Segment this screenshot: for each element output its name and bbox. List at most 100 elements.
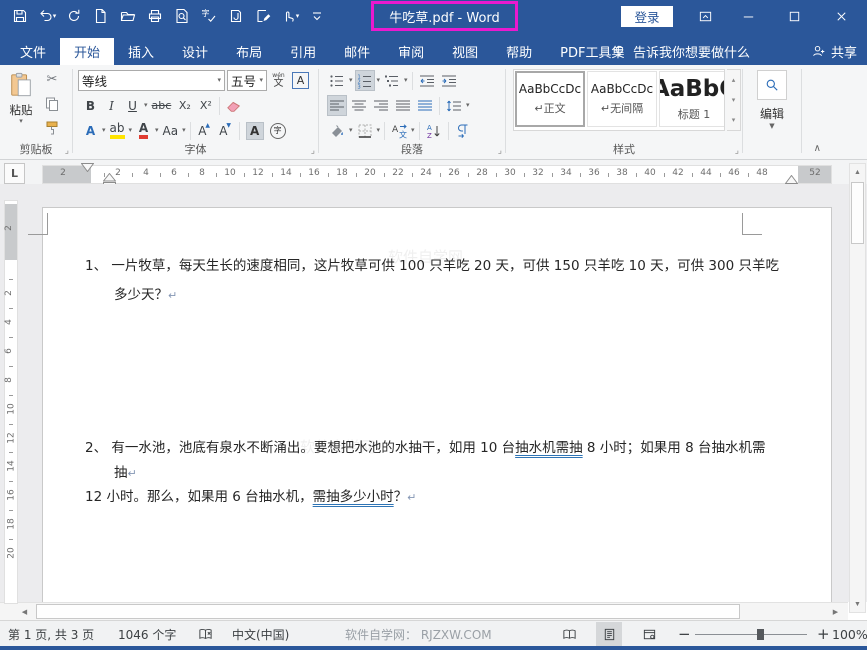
line-spacing-button[interactable] <box>444 95 464 116</box>
subscript-button[interactable]: X₂ <box>175 95 194 116</box>
clear-formatting-button[interactable] <box>224 95 244 116</box>
sort-button[interactable]: AZ <box>424 120 444 141</box>
strikethrough-button[interactable]: abc <box>150 95 174 116</box>
font-name-select[interactable]: 等线 ▾ <box>78 70 225 91</box>
horizontal-scroll-thumb[interactable] <box>36 604 740 619</box>
superscript-button[interactable]: X² <box>196 95 215 116</box>
scroll-right-arrow[interactable]: ▶ <box>827 604 844 619</box>
styles-dialog-launcher[interactable]: ⌟ <box>735 147 739 156</box>
shading-button[interactable] <box>327 120 347 141</box>
tab-file[interactable]: 文件 <box>6 38 60 65</box>
print-preview-button[interactable] <box>168 3 195 29</box>
word-count[interactable]: 1046 个字 <box>118 621 176 647</box>
zoom-in-button[interactable]: + <box>817 621 830 647</box>
scroll-left-arrow[interactable]: ◀ <box>16 604 33 619</box>
borders-button[interactable] <box>355 120 375 141</box>
increase-indent-button[interactable] <box>439 70 459 91</box>
font-color-button[interactable]: A <box>134 120 153 141</box>
tab-4[interactable]: 布局 <box>222 38 276 65</box>
zoom-level[interactable]: 100% <box>832 621 867 647</box>
language-indicator[interactable]: 中文(中国) <box>232 621 289 647</box>
italic-button[interactable]: I <box>102 95 121 116</box>
scroll-up-arrow[interactable]: ▲ <box>850 164 865 180</box>
minimize-button[interactable] <box>733 0 763 32</box>
highlight-dropdown-arrow[interactable]: ▾ <box>129 127 133 134</box>
tab-2[interactable]: 插入 <box>114 38 168 65</box>
web-layout-button[interactable] <box>636 622 662 646</box>
page-indicator[interactable]: 第 1 页, 共 3 页 <box>8 621 94 647</box>
paragraph-dialog-launcher[interactable]: ⌟ <box>498 147 502 156</box>
new-doc-button[interactable] <box>87 3 114 29</box>
vertical-scrollbar[interactable]: ▲ ▼ <box>849 163 866 613</box>
style-gallery-more-button[interactable]: ▾ <box>727 110 740 130</box>
sign-in-button[interactable]: 登录 <box>621 6 673 27</box>
grow-font-button[interactable]: A▲ <box>195 120 214 141</box>
shrink-font-button[interactable]: A▼ <box>216 120 235 141</box>
shading-dropdown-arrow[interactable]: ▾ <box>349 127 353 134</box>
zoom-slider-handle[interactable] <box>757 629 764 640</box>
quick-print-button[interactable] <box>141 3 168 29</box>
underline-dropdown-arrow[interactable]: ▾ <box>144 102 148 109</box>
tab-6[interactable]: 邮件 <box>330 38 384 65</box>
character-shading-button[interactable]: A <box>244 120 266 141</box>
editing-group-label[interactable]: 编辑 <box>743 105 801 122</box>
distribute-button[interactable] <box>415 95 435 116</box>
ribbon-display-options-button[interactable] <box>690 0 720 32</box>
first-line-indent-marker[interactable] <box>81 163 94 172</box>
justify-button[interactable] <box>393 95 413 116</box>
numbering-dropdown-arrow[interactable]: ▾ <box>377 77 381 84</box>
change-case-button[interactable]: Aa <box>161 120 181 141</box>
tab-3[interactable]: 设计 <box>168 38 222 65</box>
share-button[interactable]: 共享 <box>811 38 857 65</box>
format-painter-button[interactable] <box>42 117 62 138</box>
right-indent-marker[interactable] <box>785 175 798 184</box>
paste-button[interactable]: 粘贴 ▾ <box>4 68 38 142</box>
read-mode-button[interactable] <box>556 622 582 646</box>
tell-me-box[interactable]: 告诉我你想要做什么 <box>612 38 750 65</box>
zoom-slider[interactable] <box>695 634 807 635</box>
editing-dropdown-arrow[interactable]: ▼ <box>743 122 801 130</box>
phonetic-guide-button[interactable]: wén 文 <box>269 70 288 91</box>
text-effects-dropdown-arrow[interactable]: ▾ <box>102 127 106 134</box>
asian-layout-dropdown-arrow[interactable]: ▾ <box>411 127 415 134</box>
bullets-dropdown-arrow[interactable]: ▾ <box>349 77 353 84</box>
zoom-out-button[interactable]: − <box>678 621 691 647</box>
clipboard-dialog-launcher[interactable]: ⌟ <box>65 147 69 156</box>
line-spacing-dropdown-arrow[interactable]: ▾ <box>466 102 470 109</box>
undo-button[interactable]: ▾ <box>33 3 60 29</box>
print-layout-button[interactable] <box>596 622 622 646</box>
vertical-scroll-thumb[interactable] <box>851 182 864 244</box>
tab-9[interactable]: 帮助 <box>492 38 546 65</box>
bullets-button[interactable] <box>327 70 347 91</box>
collapse-ribbon-button[interactable]: ∧ <box>808 142 827 155</box>
enclose-characters-button[interactable]: 字 <box>268 120 288 141</box>
style-card[interactable]: AaBbCcDc↵无间隔 <box>587 71 657 127</box>
style-scroll-up-button[interactable]: ▴ <box>727 70 740 90</box>
show-marks-button[interactable] <box>453 120 473 141</box>
underline-button[interactable]: U <box>123 95 142 116</box>
attachment-button[interactable] <box>222 3 249 29</box>
multilevel-list-button[interactable] <box>382 70 402 91</box>
copy-button[interactable] <box>42 93 62 114</box>
bold-button[interactable]: B <box>81 95 100 116</box>
tab-1[interactable]: 开始 <box>60 38 114 65</box>
proofing-status[interactable] <box>198 621 213 647</box>
save-button[interactable] <box>6 3 33 29</box>
open-button[interactable] <box>114 3 141 29</box>
horizontal-scrollbar[interactable]: ◀ ▶ <box>0 602 848 620</box>
cut-button[interactable]: ✂ <box>42 69 62 90</box>
font-color-dropdown-arrow[interactable]: ▾ <box>155 127 159 134</box>
qat-more-button[interactable] <box>303 3 330 29</box>
tab-7[interactable]: 审阅 <box>384 38 438 65</box>
find-button[interactable] <box>757 70 787 100</box>
spelling-button[interactable]: 字 <box>195 3 222 29</box>
tab-stop-selector[interactable]: L <box>4 163 25 184</box>
multilevel-dropdown-arrow[interactable]: ▾ <box>404 77 408 84</box>
change-case-dropdown-arrow[interactable]: ▾ <box>182 127 186 134</box>
highlight-color-button[interactable]: ab <box>108 120 127 141</box>
align-center-button[interactable] <box>349 95 369 116</box>
style-scroll-down-button[interactable]: ▾ <box>727 90 740 110</box>
borders-dropdown-arrow[interactable]: ▾ <box>377 127 381 134</box>
style-card[interactable]: AaBbCcDc↵正文 <box>515 71 585 127</box>
close-button[interactable] <box>826 0 856 32</box>
